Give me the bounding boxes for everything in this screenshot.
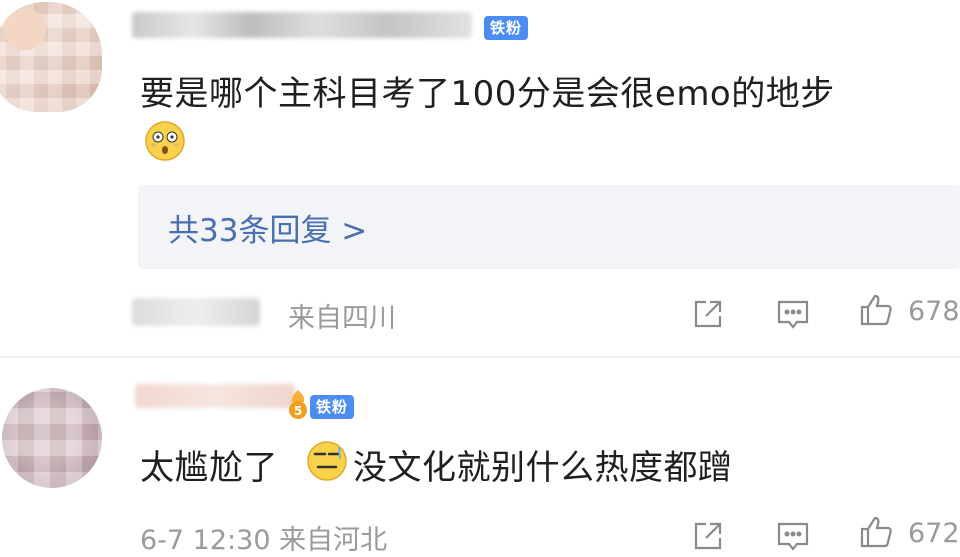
avatar[interactable] xyxy=(0,2,102,112)
like-icon[interactable] xyxy=(858,514,894,550)
fan-level: 5 xyxy=(294,404,302,418)
like-count: 678 xyxy=(908,296,960,327)
comment-icon[interactable] xyxy=(775,518,811,554)
timestamp-blurred xyxy=(132,298,260,326)
comment-text-part1: 太尴尬了 xyxy=(140,448,278,488)
view-replies-link[interactable]: 共33条回复 > xyxy=(168,205,367,250)
share-icon[interactable] xyxy=(690,296,726,332)
username-blurred[interactable] xyxy=(135,384,295,408)
awkward-face-icon xyxy=(307,441,347,481)
surprised-face-icon xyxy=(145,121,185,161)
like-count: 672 xyxy=(908,518,960,549)
comment-location: 来自四川 xyxy=(288,303,396,334)
fan-badge: 铁粉 xyxy=(310,395,355,419)
comment-icon[interactable] xyxy=(775,296,811,332)
like-icon[interactable] xyxy=(858,292,894,328)
fan-badge: 铁粉 xyxy=(484,16,529,40)
username-blurred[interactable] xyxy=(132,12,472,38)
divider xyxy=(0,356,960,358)
avatar[interactable] xyxy=(2,388,102,488)
comment-meta: 6-7 12:30 来自河北 xyxy=(140,525,388,556)
share-icon[interactable] xyxy=(690,518,726,554)
fan-level-icon: 5 xyxy=(289,390,307,419)
comment-text-part2: 没文化就别什么热度都蹭 xyxy=(353,448,733,488)
comment-text: 要是哪个主科目考了100分是会很emo的地步 xyxy=(140,74,835,114)
